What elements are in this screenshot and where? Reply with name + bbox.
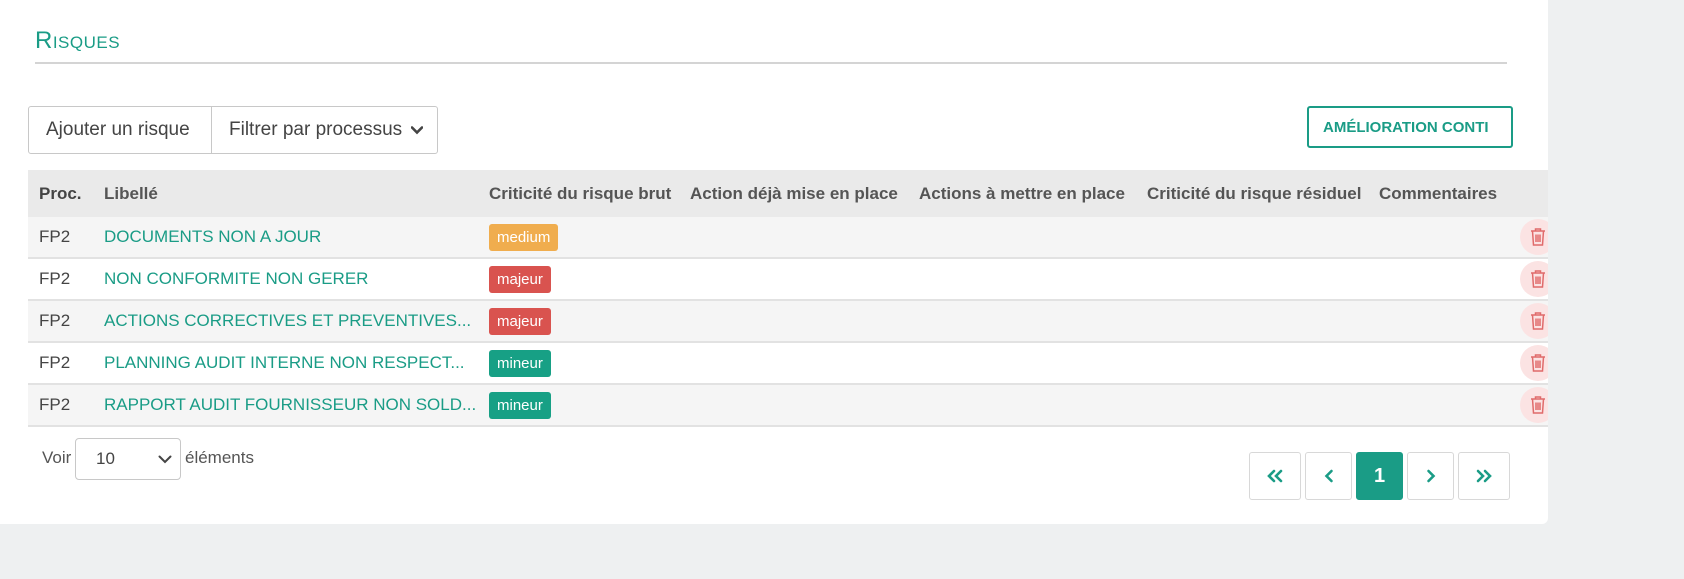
page-size-value: 10 [96, 449, 115, 468]
header-actions-a-mettre[interactable]: Actions à mettre en place [908, 184, 1136, 204]
criticity-badge: medium [489, 223, 559, 251]
trash-icon [1531, 228, 1545, 246]
last-page-button[interactable] [1458, 452, 1510, 500]
criticity-badge: majeur [489, 265, 551, 293]
cell-proc: FP2 [39, 227, 71, 246]
table-row: FP2 DOCUMENTS NON A JOUR medium [28, 217, 1548, 259]
filter-process-label: Filtrer par processus [229, 119, 403, 140]
continuous-improvement-button[interactable]: AMÉLIORATION CONTI [1307, 106, 1513, 148]
delete-risk-button[interactable] [1520, 345, 1548, 381]
header-commentaires[interactable]: Commentaires [1368, 184, 1498, 204]
double-chevron-right-icon [1476, 469, 1492, 483]
show-label: Voir [42, 448, 72, 467]
cell-proc: FP2 [39, 353, 71, 372]
chevron-left-icon [1324, 469, 1333, 483]
section-title: Risques [35, 27, 121, 54]
cell-criticite-brut: majeur [478, 265, 679, 293]
trash-icon [1531, 312, 1545, 330]
table-row: FP2 RAPPORT AUDIT FOURNISSEUR NON SOLD...… [28, 385, 1548, 427]
pagination: 1 [1249, 452, 1510, 500]
prev-page-button[interactable] [1305, 452, 1352, 500]
trash-icon [1531, 354, 1545, 372]
cell-criticite-brut: medium [478, 223, 679, 251]
page-1-button[interactable]: 1 [1356, 452, 1403, 500]
cell-proc: FP2 [39, 311, 71, 330]
risks-table: Proc. Libellé Criticité du risque brut A… [28, 170, 1548, 427]
title-divider [35, 62, 1507, 64]
chevron-right-icon [1426, 469, 1435, 483]
delete-risk-button[interactable] [1520, 219, 1548, 255]
delete-risk-button[interactable] [1520, 303, 1548, 339]
cell-criticite-brut: mineur [478, 391, 679, 419]
trash-icon [1531, 396, 1545, 414]
header-proc[interactable]: Proc. [28, 184, 93, 204]
table-header: Proc. Libellé Criticité du risque brut A… [28, 170, 1548, 217]
cell-criticite-brut: mineur [478, 349, 679, 377]
page-size-select[interactable]: 10 [75, 438, 181, 480]
header-criticite-brut[interactable]: Criticité du risque brut [478, 184, 679, 204]
cell-libelle-link[interactable]: DOCUMENTS NON A JOUR [93, 227, 478, 247]
cell-proc: FP2 [39, 395, 71, 414]
double-chevron-left-icon [1267, 469, 1283, 483]
chevron-down-icon [411, 125, 423, 134]
delete-risk-button[interactable] [1520, 261, 1548, 297]
cell-libelle-link[interactable]: PLANNING AUDIT INTERNE NON RESPECT... [93, 353, 478, 373]
toolbar-group: Ajouter un risque Filtrer par processus [28, 106, 438, 154]
trash-icon [1531, 270, 1545, 288]
header-action-en-place[interactable]: Action déjà mise en place [679, 184, 908, 204]
first-page-button[interactable] [1249, 452, 1301, 500]
next-page-button[interactable] [1407, 452, 1454, 500]
elements-label: éléments [185, 448, 254, 467]
cell-libelle-link[interactable]: ACTIONS CORRECTIVES ET PREVENTIVES... [93, 311, 478, 331]
cell-libelle-link[interactable]: RAPPORT AUDIT FOURNISSEUR NON SOLD... [93, 395, 478, 415]
cell-proc: FP2 [39, 269, 71, 288]
risks-panel: Risques Ajouter un risque Filtrer par pr… [0, 0, 1548, 524]
add-risk-button[interactable]: Ajouter un risque [29, 107, 212, 153]
cell-libelle-link[interactable]: NON CONFORMITE NON GERER [93, 269, 478, 289]
filter-process-dropdown[interactable]: Filtrer par processus [212, 107, 437, 153]
header-libelle[interactable]: Libellé [93, 184, 478, 204]
cell-criticite-brut: majeur [478, 307, 679, 335]
delete-risk-button[interactable] [1520, 387, 1548, 423]
table-row: FP2 PLANNING AUDIT INTERNE NON RESPECT...… [28, 343, 1548, 385]
criticity-badge: majeur [489, 307, 551, 335]
table-row: FP2 NON CONFORMITE NON GERER majeur [28, 259, 1548, 301]
header-criticite-residuel[interactable]: Criticité du risque résiduel [1136, 184, 1368, 204]
chevron-down-icon [158, 455, 172, 463]
table-row: FP2 ACTIONS CORRECTIVES ET PREVENTIVES...… [28, 301, 1548, 343]
table-body: FP2 DOCUMENTS NON A JOUR medium FP2 NON CONF… [28, 217, 1548, 427]
criticity-badge: mineur [489, 391, 551, 419]
criticity-badge: mineur [489, 349, 551, 377]
